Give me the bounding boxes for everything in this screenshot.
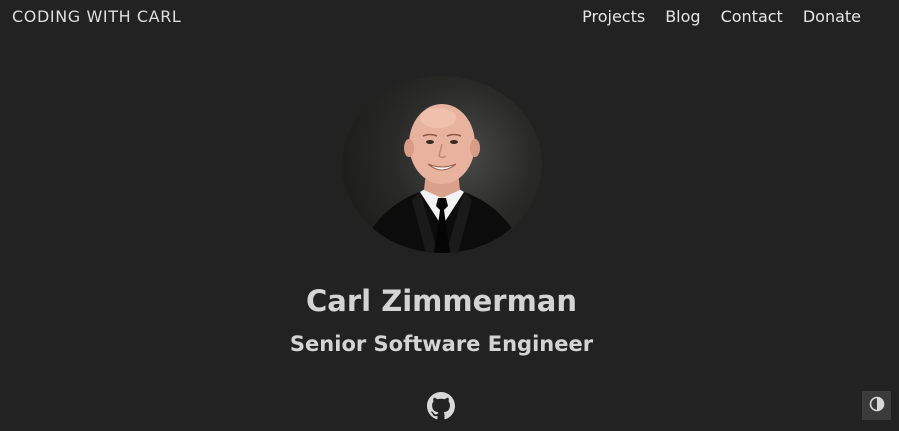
profile-photo xyxy=(342,76,542,253)
profile-role: Senior Software Engineer xyxy=(289,332,594,356)
nav-blog[interactable]: Blog xyxy=(665,7,700,27)
page: CODING WITH CARL Projects Blog Contact D… xyxy=(0,0,899,431)
nav-donate[interactable]: Donate xyxy=(803,7,861,27)
main-nav: Projects Blog Contact Donate xyxy=(582,7,861,27)
profile-name: Carl Zimmerman xyxy=(306,284,577,318)
nav-contact[interactable]: Contact xyxy=(721,7,783,27)
theme-toggle-button[interactable] xyxy=(862,391,891,420)
github-icon[interactable] xyxy=(427,392,455,420)
site-title[interactable]: CODING WITH CARL xyxy=(12,7,181,27)
contrast-icon xyxy=(869,396,885,416)
nav-projects[interactable]: Projects xyxy=(582,7,645,27)
